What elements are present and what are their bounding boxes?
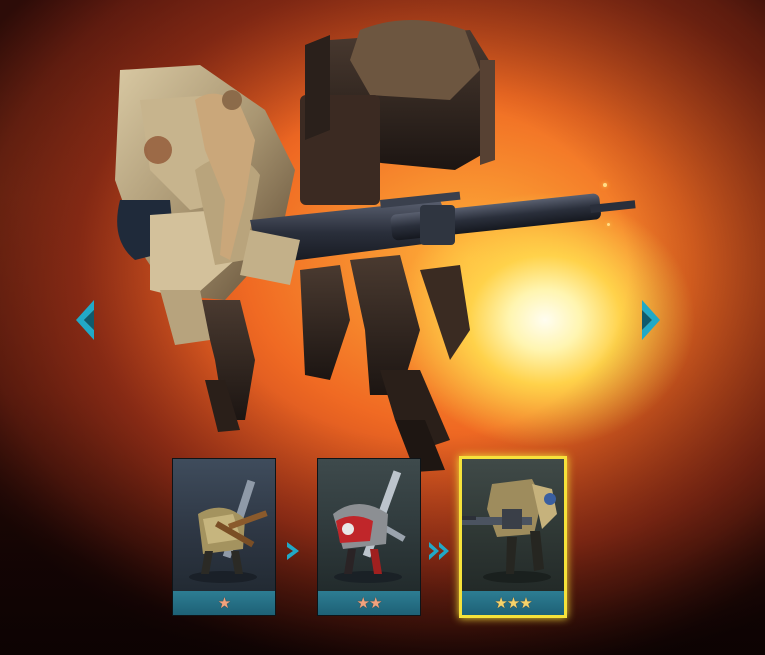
star-rating: ★★ [356, 594, 383, 612]
unit-thumbnail [333, 470, 406, 583]
tier-selector: ★ ★★ ★★★ [0, 0, 765, 655]
game-scene: ★ ★★ ★★★ [0, 0, 765, 655]
tier-upgrade-arrow [427, 540, 453, 562]
tier-2-footer: ★★ [318, 591, 420, 615]
tier-card-3[interactable]: ★★★ [459, 456, 567, 618]
tier-card-1[interactable]: ★ [172, 458, 276, 616]
tier-card-2[interactable]: ★★ [317, 458, 421, 616]
tier-2-unit-image [318, 459, 420, 591]
tier-1-footer: ★ [173, 591, 275, 615]
double-chevron-right-icon [429, 542, 449, 560]
chevron-right-icon [287, 542, 299, 560]
tier-upgrade-arrow [283, 540, 309, 562]
tier-3-footer: ★★★ [462, 591, 564, 615]
star-rating: ★★★ [494, 594, 532, 612]
tier-1-unit-image [173, 459, 275, 591]
unit-thumbnail [462, 479, 557, 583]
unit-thumbnail [189, 479, 268, 583]
tier-3-unit-image [462, 459, 564, 591]
star-rating: ★ [217, 594, 231, 612]
